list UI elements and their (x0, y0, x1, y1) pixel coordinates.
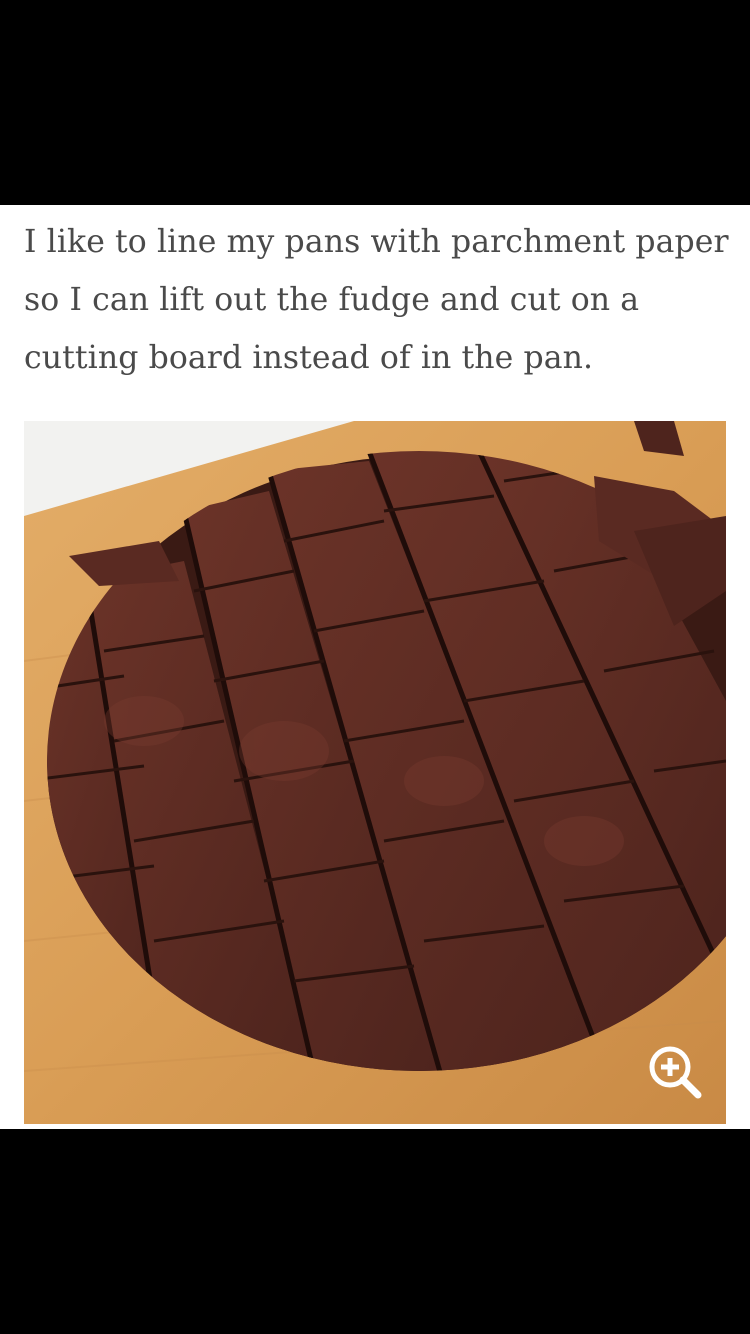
post-caption: I like to line my pans with parchment pa… (24, 224, 729, 376)
bottom-black-bar (0, 1129, 750, 1334)
fudge-photo[interactable] (24, 421, 726, 1124)
post-content: I like to line my pans with parchment pa… (0, 205, 750, 1129)
zoom-in-button[interactable] (644, 1041, 708, 1105)
top-black-bar (0, 0, 750, 205)
zoom-in-icon (649, 1046, 702, 1099)
fudge-illustration (24, 421, 726, 1124)
